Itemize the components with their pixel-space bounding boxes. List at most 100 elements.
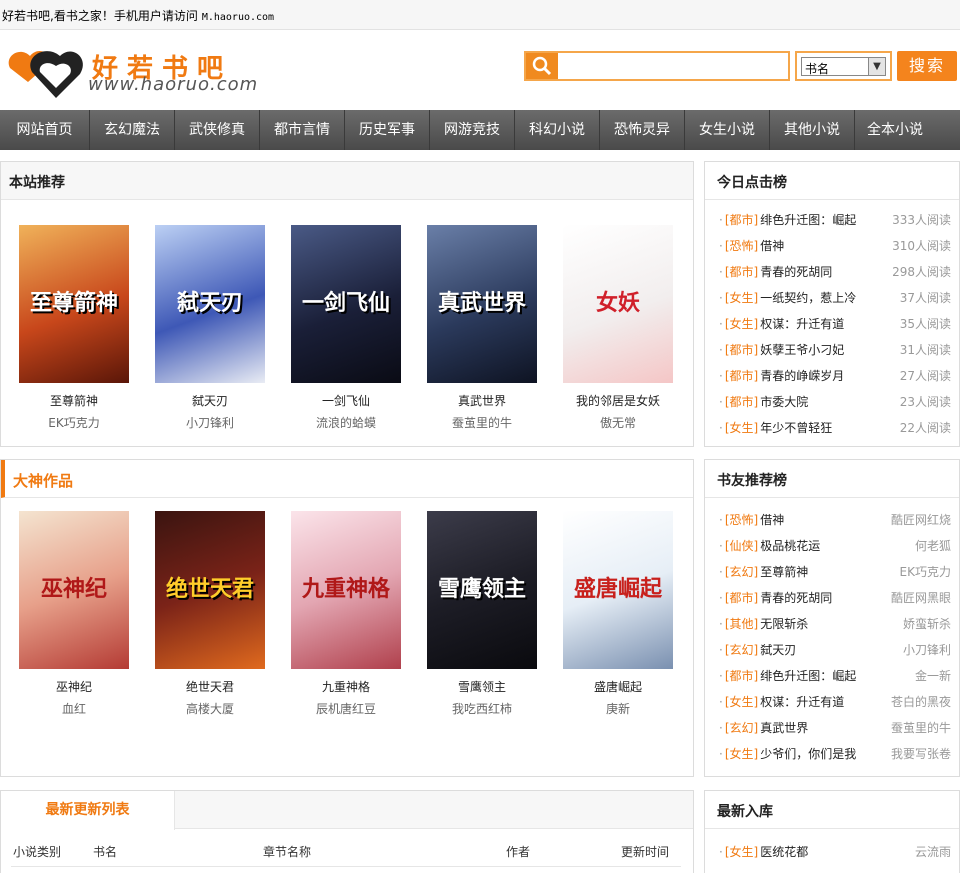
nav-item-home[interactable]: 网站首页 bbox=[0, 110, 90, 150]
col-update-time: 更新时间 bbox=[621, 845, 670, 859]
book-cover[interactable]: 盛唐崛起 bbox=[563, 511, 673, 669]
book-title[interactable]: 绝世天君 bbox=[155, 678, 265, 695]
friend-rank-title: 书友推荐榜 bbox=[717, 473, 787, 489]
rank-item[interactable]: · [都市] 青春的峥嵘岁月 27人阅读 bbox=[719, 363, 951, 389]
nav-item-gaming[interactable]: 网游竞技 bbox=[430, 110, 515, 150]
book-cover[interactable]: 至尊箭神 bbox=[19, 225, 129, 383]
book-cover[interactable]: 九重神格 bbox=[291, 511, 401, 669]
book-author[interactable]: 高楼大厦 bbox=[155, 700, 265, 717]
book-cover[interactable]: 绝世天君 bbox=[155, 511, 265, 669]
rank-item[interactable]: · [都市] 青春的死胡同 酷匠网黑眼 bbox=[719, 585, 951, 611]
col-category: 小说类别 bbox=[13, 845, 62, 859]
book-cover[interactable]: 一剑飞仙 bbox=[291, 225, 401, 383]
book-author[interactable]: 流浪的蛤蟆 bbox=[291, 414, 401, 431]
nav-item-scifi[interactable]: 科幻小说 bbox=[515, 110, 600, 150]
search-box bbox=[524, 51, 790, 81]
book-title[interactable]: 真武世界 bbox=[427, 392, 537, 409]
chevron-down-icon[interactable]: ▼ bbox=[868, 58, 885, 75]
search-button[interactable]: 搜索 bbox=[897, 51, 957, 81]
newest-panel: 最新入库 · [女生] 医统花都 云流雨 bbox=[704, 790, 960, 873]
rank-item[interactable]: · [女生] 年少不曾轻狂 22人阅读 bbox=[719, 415, 951, 441]
nav-item-female[interactable]: 女生小说 bbox=[685, 110, 770, 150]
rank-item[interactable]: · [女生] 少爷们，你们是我 我要写张卷 bbox=[719, 741, 951, 767]
rank-item[interactable]: · [恐怖] 借神 酷匠网红烧 bbox=[719, 507, 951, 533]
masters-panel: 大神作品 巫神纪 巫神纪 血红 绝世天君 绝世天君 高楼大厦 九重神格 九重神格… bbox=[0, 459, 694, 777]
book-author[interactable]: 小刀锋利 bbox=[155, 414, 265, 431]
book-card[interactable]: 巫神纪 巫神纪 血红 bbox=[19, 511, 129, 717]
book-cover[interactable]: 女妖 bbox=[563, 225, 673, 383]
book-card[interactable]: 雪鹰领主 雪鹰领主 我吃西红柿 bbox=[427, 511, 537, 717]
search-input[interactable] bbox=[560, 55, 786, 77]
book-title[interactable]: 弑天刃 bbox=[155, 392, 265, 409]
latest-updates-panel: 最新更新列表 小说类别 书名 章节名称 作者 更新时间 bbox=[0, 790, 694, 873]
book-title[interactable]: 九重神格 bbox=[291, 678, 401, 695]
nav-item-wuxia[interactable]: 武侠修真 bbox=[175, 110, 260, 150]
header-divider bbox=[11, 866, 681, 867]
today-rank-panel: 今日点击榜 · [都市] 绯色升迁图：崛起 333人阅读 · [恐怖] 借神 310人阅读 … bbox=[704, 161, 960, 447]
book-card[interactable]: 绝世天君 绝世天君 高楼大厦 bbox=[155, 511, 265, 717]
recommend-title: 本站推荐 bbox=[9, 175, 65, 191]
book-card[interactable]: 九重神格 九重神格 辰机唐红豆 bbox=[291, 511, 401, 717]
book-title[interactable]: 雪鹰领主 bbox=[427, 678, 537, 695]
book-card[interactable]: 至尊箭神 至尊箭神 EK巧克力 bbox=[19, 225, 129, 431]
rank-item[interactable]: · [女生] 权谋：升迁有道 苍白的黑夜 bbox=[719, 689, 951, 715]
book-cover[interactable]: 真武世界 bbox=[427, 225, 537, 383]
book-author[interactable]: 庚新 bbox=[563, 700, 673, 717]
rank-item[interactable]: · [其他] 无限斩杀 娇蛮斩杀 bbox=[719, 611, 951, 637]
book-title[interactable]: 盛唐崛起 bbox=[563, 678, 673, 695]
book-author[interactable]: 辰机唐红豆 bbox=[291, 700, 401, 717]
rank-item[interactable]: · [都市] 青春的死胡同 298人阅读 bbox=[719, 259, 951, 285]
book-title[interactable]: 至尊箭神 bbox=[19, 392, 129, 409]
book-card[interactable]: 真武世界 真武世界 蚕茧里的牛 bbox=[427, 225, 537, 431]
book-title[interactable]: 我的邻居是女妖 bbox=[563, 392, 673, 409]
col-book-name: 书名 bbox=[93, 845, 118, 859]
site-domain: www.haoruo.com bbox=[88, 74, 259, 95]
book-cover[interactable]: 雪鹰领主 bbox=[427, 511, 537, 669]
nav-item-fantasy[interactable]: 玄幻魔法 bbox=[90, 110, 175, 150]
site-logo[interactable]: 好若书吧 www.haoruo.com bbox=[0, 38, 290, 104]
rank-item[interactable]: · [都市] 市委大院 23人阅读 bbox=[719, 389, 951, 415]
rank-item[interactable]: · [女生] 权谋：升迁有道 35人阅读 bbox=[719, 311, 951, 337]
recommend-panel: 本站推荐 至尊箭神 至尊箭神 EK巧克力 弑天刃 弑天刃 小刀锋利 一剑飞仙 一… bbox=[0, 161, 694, 447]
search-icon[interactable] bbox=[526, 53, 558, 79]
top-bar: 好若书吧,看书之家！手机用户请访问 M.haoruo.com bbox=[0, 0, 960, 30]
tab-latest-updates[interactable]: 最新更新列表 bbox=[1, 791, 175, 830]
rank-item[interactable]: · [恐怖] 借神 310人阅读 bbox=[719, 233, 951, 259]
rank-item[interactable]: · [玄幻] 真武世界 蚕茧里的牛 bbox=[719, 715, 951, 741]
book-author[interactable]: 蚕茧里的牛 bbox=[427, 414, 537, 431]
rank-item[interactable]: · [都市] 绯色升迁图：崛起 333人阅读 bbox=[719, 207, 951, 233]
rank-item[interactable]: · [女生] 一纸契约，惹上冷 37人阅读 bbox=[719, 285, 951, 311]
mobile-url[interactable]: M.haoruo.com bbox=[202, 12, 274, 23]
nav-item-complete[interactable]: 全本小说 bbox=[855, 110, 935, 150]
rank-item[interactable]: · [女生] 医统花都 云流雨 bbox=[719, 839, 951, 865]
book-card[interactable]: 女妖 我的邻居是女妖 傲无常 bbox=[563, 225, 673, 431]
book-title[interactable]: 一剑飞仙 bbox=[291, 392, 401, 409]
nav-item-other[interactable]: 其他小说 bbox=[770, 110, 855, 150]
search-type-select[interactable]: 书名 ▼ bbox=[795, 51, 892, 81]
rank-item[interactable]: · [仙侠] 极品桃花运 何老狐 bbox=[719, 533, 951, 559]
rank-item[interactable]: · [都市] 妖孽王爷小刁妃 31人阅读 bbox=[719, 337, 951, 363]
nav-item-urban[interactable]: 都市言情 bbox=[260, 110, 345, 150]
book-title[interactable]: 巫神纪 bbox=[19, 678, 129, 695]
search-type-value: 书名 bbox=[805, 62, 830, 76]
heart-logo-icon bbox=[8, 51, 83, 98]
book-author[interactable]: 傲无常 bbox=[563, 414, 673, 431]
rank-item[interactable]: · [玄幻] 至尊箭神 EK巧克力 bbox=[719, 559, 951, 585]
book-cover[interactable]: 弑天刃 bbox=[155, 225, 265, 383]
book-author[interactable]: EK巧克力 bbox=[19, 414, 129, 431]
book-card[interactable]: 盛唐崛起 盛唐崛起 庚新 bbox=[563, 511, 673, 717]
friend-rank-panel: 书友推荐榜 · [恐怖] 借神 酷匠网红烧 · [仙侠] 极品桃花运 何老狐 · [玄幻] 至尊… bbox=[704, 459, 960, 777]
col-chapter: 章节名称 bbox=[263, 845, 312, 859]
nav-item-horror[interactable]: 恐怖灵异 bbox=[600, 110, 685, 150]
rank-item[interactable]: · [都市] 绯色升迁图：崛起 金一新 bbox=[719, 663, 951, 689]
nav-item-history[interactable]: 历史军事 bbox=[345, 110, 430, 150]
book-author[interactable]: 我吃西红柿 bbox=[427, 700, 537, 717]
book-card[interactable]: 弑天刃 弑天刃 小刀锋利 bbox=[155, 225, 265, 431]
rank-item[interactable]: · [玄幻] 弑天刃 小刀锋利 bbox=[719, 637, 951, 663]
book-author[interactable]: 血红 bbox=[19, 700, 129, 717]
book-cover[interactable]: 巫神纪 bbox=[19, 511, 129, 669]
welcome-text: 好若书吧,看书之家！手机用户请访问 M.haoruo.com bbox=[2, 9, 275, 23]
masters-title: 大神作品 bbox=[13, 472, 74, 490]
book-card[interactable]: 一剑飞仙 一剑飞仙 流浪的蛤蟆 bbox=[291, 225, 401, 431]
col-author: 作者 bbox=[506, 845, 531, 859]
